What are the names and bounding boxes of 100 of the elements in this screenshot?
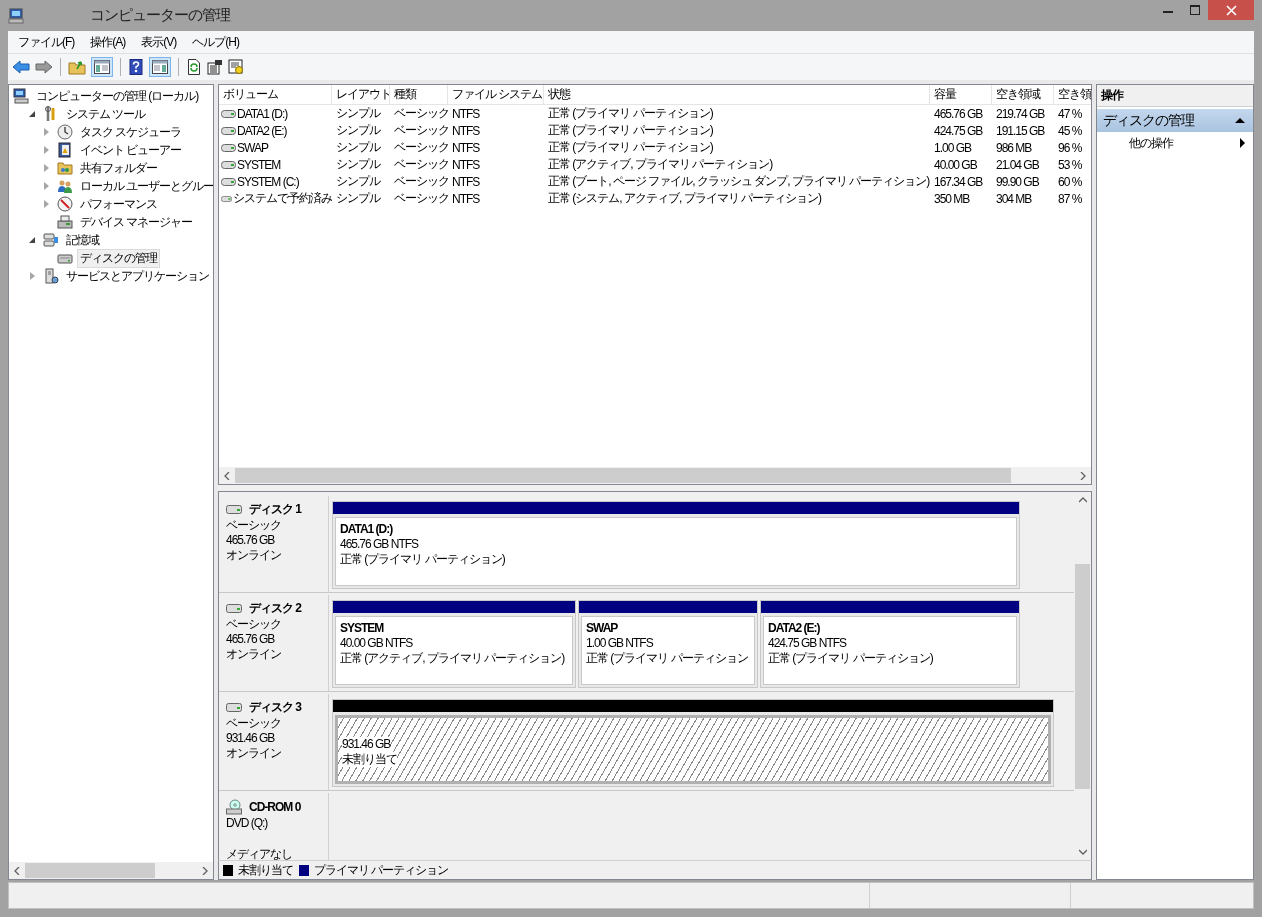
partition-block[interactable]: 931.46 GB 未割り当て	[332, 699, 1054, 787]
table-cell: 40.00 GB	[934, 157, 977, 172]
table-cell: 53 %	[1058, 157, 1082, 172]
tree-item[interactable]: パフォーマンス	[77, 194, 160, 214]
table-cell: 191.15 GB	[996, 123, 1045, 138]
table-cell: 96 %	[1058, 140, 1082, 155]
refresh-icon[interactable]	[186, 59, 202, 75]
scroll-right-icon[interactable]	[1080, 471, 1086, 480]
table-cell: 350 MB	[934, 191, 970, 206]
disk-type: ベーシック	[226, 716, 282, 731]
disk-name: ディスク 2	[249, 601, 301, 616]
tree-item[interactable]: イベント ビューアー	[77, 140, 185, 160]
storage-icon	[43, 232, 59, 248]
table-cell: DATA2 (E:)	[237, 123, 287, 138]
disk-label-panel[interactable]: ディスク 3 ベーシック 931.46 GB オンライン	[219, 694, 329, 790]
actions-section-header[interactable]: ディスクの管理	[1097, 109, 1253, 132]
actions-header: 操作	[1097, 85, 1253, 107]
column-header[interactable]: ボリューム	[219, 85, 332, 104]
tree-item[interactable]: デバイス マネージャー	[77, 212, 196, 232]
table-cell: NTFS	[452, 106, 480, 121]
table-cell: 正常 (アクティブ, プライマリ パーティション)	[548, 156, 773, 173]
tree-item[interactable]: システム ツール	[63, 104, 149, 124]
partition-status: 未割り当て	[342, 752, 397, 767]
folder-up-icon[interactable]	[68, 59, 86, 75]
column-header[interactable]: 容量	[930, 85, 992, 104]
table-cell: 正常 (ブート, ページ ファイル, クラッシュ ダンプ, プライマリ パーティション)	[548, 173, 930, 190]
table-cell: 424.75 GB	[934, 123, 983, 138]
disk-label-panel[interactable]: ディスク 1 ベーシック 465.76 GB オンライン	[219, 496, 329, 592]
help-icon[interactable]	[128, 59, 144, 75]
drive-icon	[221, 143, 236, 152]
table-cell: 正常 (システム, アクティブ, プライマリ パーティション)	[548, 190, 821, 207]
partition-block[interactable]: DATA1 (D:) 465.76 GB NTFS 正常 (プライマリ パーティション)	[332, 501, 1020, 589]
tree-item[interactable]: タスク スケジューラ	[77, 122, 185, 142]
table-cell: ベーシック	[394, 156, 448, 173]
column-header[interactable]: ファイル システム	[448, 85, 544, 104]
disk-drive-icon	[226, 505, 242, 514]
table-cell: 167.34 GB	[934, 174, 983, 189]
table-cell: システムで予約済み	[233, 190, 332, 207]
collapse-arrow-icon[interactable]	[1235, 118, 1245, 123]
table-cell: シンプル	[336, 190, 380, 207]
disk-name: ディスク 3	[249, 700, 301, 715]
partition-block[interactable]: DATA2 (E:) 424.75 GB NTFS 正常 (プライマリ パーティション)	[760, 600, 1020, 688]
drive-icon	[221, 194, 232, 203]
back-arrow-icon[interactable]	[12, 59, 30, 75]
scroll-right-icon[interactable]	[202, 866, 208, 875]
scroll-up-icon[interactable]	[1078, 497, 1087, 503]
show-tree-button[interactable]	[91, 57, 113, 77]
disk-label-panel[interactable]: ディスク 2 ベーシック 465.76 GB オンライン	[219, 595, 329, 691]
column-header[interactable]: 空き領	[1054, 85, 1094, 104]
table-cell: シンプル	[336, 156, 380, 173]
properties-icon[interactable]	[207, 59, 223, 75]
disk-type: ベーシック	[226, 617, 282, 632]
disk-size: 931.46 GB	[226, 731, 276, 746]
folder-icon	[57, 160, 73, 176]
action-item[interactable]: 他の操作	[1097, 132, 1253, 154]
column-header[interactable]: 状態	[544, 85, 930, 104]
tree-item[interactable]: ローカル ユーザーとグルー	[77, 176, 213, 196]
show-action-pane-button[interactable]	[149, 57, 171, 77]
table-cell: 465.76 GB	[934, 106, 983, 121]
table-cell: 99.90 GB	[996, 174, 1039, 189]
cd-drive-icon	[226, 799, 242, 815]
partition-block[interactable]: SWAP 1.00 GB NTFS 正常 (プライマリ パーティション	[578, 600, 758, 688]
device-icon	[57, 214, 73, 230]
scroll-left-icon[interactable]	[224, 471, 230, 480]
tree-item[interactable]: サービスとアプリケーション	[63, 266, 212, 286]
horizontal-scrollbar[interactable]	[9, 862, 213, 879]
disk-name: CD-ROM 0	[249, 799, 301, 815]
disk-type: DVD (Q:)	[226, 816, 269, 831]
tree-item[interactable]: コンピューターの管理 (ローカル)	[33, 86, 202, 106]
table-cell: NTFS	[452, 174, 480, 189]
column-header[interactable]: 種類	[390, 85, 448, 104]
clock-icon	[57, 124, 73, 140]
scroll-down-icon[interactable]	[1078, 849, 1087, 855]
scroll-left-icon[interactable]	[14, 866, 20, 875]
table-cell: 304 MB	[996, 191, 1032, 206]
table-cell: SYSTEM (C:)	[237, 174, 299, 189]
partition-block[interactable]: SYSTEM 40.00 GB NTFS 正常 (アクティブ, プライマリ パーティション)	[332, 600, 576, 688]
horizontal-scrollbar[interactable]	[219, 467, 1091, 484]
tree-item[interactable]: 記憶域	[63, 230, 102, 250]
computer-icon	[13, 88, 29, 104]
server-icon	[43, 268, 59, 284]
tree-item[interactable]: ディスクの管理	[77, 248, 160, 268]
table-cell: 1.00 GB	[934, 140, 972, 155]
table-cell: ベーシック	[394, 190, 448, 207]
menu-item[interactable]: 表示(V)	[135, 33, 183, 51]
column-header[interactable]: 空き領域	[992, 85, 1054, 104]
disk-type: ベーシック	[226, 518, 282, 533]
tree-item[interactable]: 共有フォルダー	[77, 158, 160, 178]
table-cell: 正常 (プライマリ パーティション)	[548, 105, 713, 122]
menu-item[interactable]: 操作(A)	[84, 33, 132, 51]
close-button[interactable]	[1208, 0, 1254, 20]
column-header[interactable]: レイアウト	[332, 85, 390, 104]
drive-icon	[221, 126, 236, 135]
forward-arrow-icon[interactable]	[35, 59, 53, 75]
menu-item[interactable]: ヘルプ(H)	[186, 33, 245, 51]
menu-item[interactable]: ファイル(F)	[12, 33, 81, 51]
table-cell: SWAP	[237, 140, 268, 155]
table-cell: シンプル	[336, 122, 380, 139]
window-title: コンピューターの管理	[89, 6, 230, 25]
legend-label: プライマリ パーティション	[314, 861, 449, 879]
